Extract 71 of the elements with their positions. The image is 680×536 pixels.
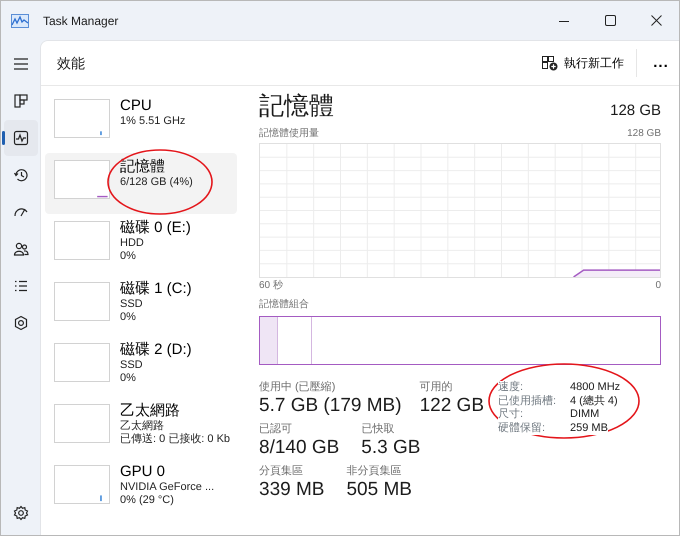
nav-button[interactable]	[4, 120, 38, 156]
mini-graph	[54, 160, 110, 199]
history-icon	[12, 166, 30, 184]
sidebar-item[interactable]: GPU 0 NVIDIA GeForce ... 0% (29 °C)	[45, 458, 237, 519]
item-detail: 0%	[120, 250, 137, 263]
detail-title: 記憶體	[259, 91, 334, 122]
stat-label: 分頁集區	[259, 465, 304, 478]
total-memory: 128 GB	[610, 100, 661, 120]
maximize-icon	[604, 15, 616, 26]
stat-label: 已認可	[259, 423, 293, 436]
item-detail: SSD	[120, 298, 144, 311]
mini-graph	[54, 343, 110, 382]
item-detail: 已傳送: 0 已接收: 0 Kb	[120, 433, 230, 446]
spec-label: 已使用插槽:	[498, 394, 556, 408]
item-detail: 0% (29 °C)	[120, 494, 175, 507]
spec-label: 速度:	[498, 381, 524, 394]
pulse-icon	[12, 129, 30, 147]
item-detail: 6/128 GB (4%)	[120, 176, 193, 189]
item-detail: NVIDIA GeForce ...	[120, 481, 214, 494]
stat-label: 可用的	[420, 381, 454, 394]
item-name: 磁碟 1 (C:)	[120, 280, 192, 298]
time-axis-label: 0	[655, 279, 661, 293]
item-detail: 0%	[120, 372, 137, 385]
spec-value: 4 (總共 4)	[570, 394, 618, 408]
spec-label: 尺寸:	[498, 408, 524, 422]
stat-value: 8/140 GB	[259, 436, 340, 460]
stat-value: 339 MB	[259, 478, 324, 502]
stat-label: 使用中 (已壓縮)	[259, 381, 336, 394]
mini-graph	[54, 99, 110, 138]
item-name: 記憶體	[120, 158, 166, 176]
sidebar-item[interactable]: 乙太網路 乙太網路 已傳送: 0 已接收: 0 Kb	[45, 397, 237, 458]
stat-label: 非分頁集區	[346, 465, 402, 478]
item-detail: SSD	[120, 359, 144, 372]
sidebar-item[interactable]: 磁碟 2 (D:) SSD 0%	[45, 336, 237, 397]
item-name: CPU	[120, 97, 153, 115]
stat-value: 5.7 GB (179 MB)	[259, 394, 402, 418]
item-detail: 1% 5.51 GHz	[120, 115, 186, 128]
spec-label: 硬體保留:	[498, 422, 546, 435]
stat-value: 122 GB	[420, 394, 484, 418]
stat-label: 已快取	[361, 423, 396, 436]
sidebar-item[interactable]: 磁碟 1 (C:) SSD 0%	[45, 275, 237, 336]
close-icon	[650, 15, 662, 26]
item-detail: 0%	[120, 311, 137, 324]
item-name: 乙太網路	[120, 402, 181, 420]
chart-max-label: 128 GB	[627, 127, 661, 141]
composition-label: 記憶體組合	[259, 298, 310, 312]
stat-value: 5.3 GB	[361, 436, 420, 460]
item-name: 磁碟 0 (E:)	[120, 219, 191, 237]
stat-value: 505 MB	[346, 478, 412, 502]
item-name: 磁碟 2 (D:)	[120, 341, 192, 359]
app-icon	[11, 14, 29, 28]
mini-graph	[54, 465, 110, 504]
page-title: 效能	[57, 54, 85, 72]
grid-icon	[12, 92, 30, 110]
sidebar-item[interactable]: 磁碟 0 (E:) HDD 0%	[45, 214, 237, 275]
mini-graph	[54, 221, 110, 260]
mini-graph	[54, 404, 110, 443]
users-icon	[12, 240, 30, 258]
time-axis-label: 60 秒	[259, 278, 283, 293]
chart-label: 記憶體使用量	[259, 126, 319, 141]
sidebar-item[interactable]: CPU 1% 5.51 GHz	[45, 92, 237, 153]
item-detail: HDD	[120, 237, 145, 250]
more-button[interactable]: ...	[643, 50, 679, 76]
mini-graph	[54, 282, 110, 321]
spec-value: 259 MB	[570, 422, 608, 435]
item-name: GPU 0	[120, 463, 166, 481]
settings-icon	[12, 504, 30, 522]
item-detail: 乙太網路	[120, 420, 165, 433]
new-task-icon	[542, 56, 558, 70]
run-new-task-button[interactable]: 執行新工作	[536, 50, 630, 76]
window-title: Task Manager	[43, 12, 118, 30]
